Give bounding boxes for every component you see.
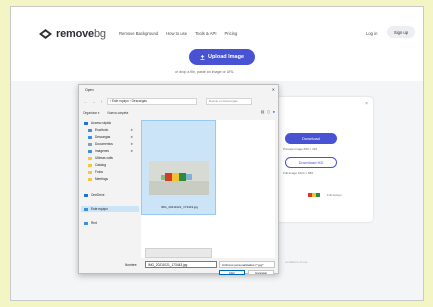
sidebar-item-label: Ultimas calls xyxy=(95,156,113,160)
upload-image-label: Upload Image xyxy=(207,54,245,60)
dialog-titlebar[interactable]: Open xyxy=(79,85,278,94)
dialog-title: Open xyxy=(85,87,94,92)
signup-button[interactable]: Sign up xyxy=(387,26,415,38)
filename-input[interactable]: IMG_20211021_173443.jpg xyxy=(145,261,217,268)
view-mode-icon[interactable]: ▤ xyxy=(261,109,265,114)
sidebar-item-label: Fotos xyxy=(95,170,103,174)
result-thumbnail[interactable] xyxy=(305,190,325,200)
upload-icon xyxy=(200,54,205,60)
address-bar-row: ← → ↑ › Este equipo › Descargas Buscar e… xyxy=(83,97,276,105)
sidebar-item-label: Este equipo xyxy=(91,207,108,211)
sidebar-item[interactable]: Escritorio ✱ xyxy=(81,127,139,133)
computer-icon xyxy=(84,207,88,211)
sidebar-item[interactable]: Acceso rápido xyxy=(81,120,139,126)
folder-icon xyxy=(88,177,92,181)
dialog-footer: Nombre: IMG_20211021_173443.jpg Archivos… xyxy=(79,260,278,275)
folder-icon xyxy=(88,163,92,167)
sidebar-item[interactable]: Documentos ✱ xyxy=(81,141,139,147)
filename-label: Nombre: xyxy=(125,263,138,267)
new-folder-button[interactable]: Nueva carpeta xyxy=(107,111,128,115)
terms-link[interactable]: conditions of use xyxy=(285,260,308,264)
sidebar-item-label: Acceso rápido xyxy=(91,121,112,125)
close-icon[interactable]: ✕ xyxy=(272,87,275,92)
close-icon[interactable]: × xyxy=(365,101,368,107)
nav-how-to-use[interactable]: How to use xyxy=(166,31,187,36)
login-link[interactable]: Log in xyxy=(366,31,377,36)
sidebar-item-label: Escritorio xyxy=(95,128,109,132)
browser-viewport: removebg Remove Background How to use To… xyxy=(10,6,424,301)
sidebar-item-label: Catalog xyxy=(95,163,106,167)
search-input[interactable]: Buscar en Descargas xyxy=(206,97,252,105)
sidebar-item-label: Meetings xyxy=(95,177,108,181)
open-button[interactable]: Abrir xyxy=(219,270,245,275)
result-thumbnail-label: Full design xyxy=(327,193,342,197)
open-file-dialog: Open ✕ ← → ↑ › Este equipo › Descargas B… xyxy=(78,84,279,275)
file-item-selected[interactable]: IMG_20211021_173443.jpg xyxy=(141,120,216,215)
sidebar-item[interactable]: Descargas ✱ xyxy=(81,134,139,140)
forward-icon[interactable]: → xyxy=(91,99,96,104)
logo-icon xyxy=(39,29,52,39)
preview-pane-icon[interactable]: ▯ xyxy=(267,109,269,114)
sidebar-item[interactable]: Fotos xyxy=(81,169,139,175)
organize-menu[interactable]: Organizar ▾ xyxy=(83,111,99,115)
nav-tools-api[interactable]: Tools & API xyxy=(195,31,216,36)
filetype-select[interactable]: Archivos personalizados (*.jpg* xyxy=(219,261,275,268)
folder-icon xyxy=(88,156,92,160)
file-item[interactable] xyxy=(145,248,212,258)
download-hd-note: Full Image 1024 × 683 xyxy=(283,171,313,175)
navigation-pane: Acceso rápido Escritorio ✱ Descargas ✱ Docume… xyxy=(81,120,139,260)
logo-text-bold: remove xyxy=(56,28,94,40)
folder-icon xyxy=(88,170,92,174)
sidebar-item-label: Descargas xyxy=(95,135,111,139)
sidebar-item-label: OneDrive xyxy=(91,193,105,197)
sidebar-item[interactable]: Imágenes ✱ xyxy=(81,148,139,154)
file-list: IMG_20211021_173443.jpg xyxy=(141,120,275,258)
up-icon[interactable]: ↑ xyxy=(99,99,104,104)
file-thumbnail xyxy=(149,161,209,195)
network-icon xyxy=(84,221,88,225)
address-bar[interactable]: › Este equipo › Descargas xyxy=(107,97,197,105)
sidebar-item[interactable]: Catalog xyxy=(81,162,139,168)
sidebar-item-label: Documentos xyxy=(95,142,113,146)
sidebar-item[interactable]: OneDrive xyxy=(81,192,139,198)
pin-icon[interactable]: ✱ xyxy=(130,149,133,153)
upload-image-button[interactable]: Upload Image xyxy=(189,49,255,65)
logo-text: removebg xyxy=(56,28,106,40)
nav-pricing[interactable]: Pricing xyxy=(224,31,237,36)
desktop-icon xyxy=(88,128,92,132)
cancel-button[interactable]: Cancelar xyxy=(248,270,274,275)
download-button[interactable]: Download xyxy=(285,133,337,144)
view-options: ▤ ▯ ● xyxy=(261,109,275,114)
pin-icon[interactable]: ✱ xyxy=(130,128,133,132)
main-nav: Remove Background How to use Tools & API… xyxy=(119,31,237,36)
file-name-label: IMG_20211021_173443.jpg xyxy=(161,205,198,209)
drop-hint: or drop a file, paste an image or URL xyxy=(175,70,234,74)
picture-icon xyxy=(88,149,92,153)
sidebar-item[interactable]: Ultimas calls xyxy=(81,155,139,161)
download-icon xyxy=(88,135,92,139)
sidebar-item[interactable]: Meetings xyxy=(81,176,139,182)
download-note: Preview Image 500 × 333 xyxy=(283,147,318,151)
pin-icon[interactable]: ✱ xyxy=(130,135,133,139)
sidebar-item[interactable]: Red xyxy=(81,220,139,226)
logo-text-light: bg xyxy=(93,28,106,40)
star-icon xyxy=(84,121,88,125)
document-icon xyxy=(88,142,92,146)
download-hd-button[interactable]: Download HD xyxy=(285,157,337,168)
help-icon[interactable]: ● xyxy=(273,109,275,114)
cloud-icon xyxy=(84,193,88,197)
sidebar-item[interactable]: Este equipo xyxy=(81,206,139,212)
sidebar-item-label: Imágenes xyxy=(95,149,109,153)
back-icon[interactable]: ← xyxy=(83,99,88,104)
dialog-toolbar: Organizar ▾ Nueva carpeta xyxy=(83,109,276,116)
sidebar-item-label: Red xyxy=(91,221,97,225)
removebg-logo[interactable]: removebg xyxy=(39,28,106,40)
pin-icon[interactable]: ✱ xyxy=(130,142,133,146)
nav-remove-background[interactable]: Remove Background xyxy=(119,31,158,36)
